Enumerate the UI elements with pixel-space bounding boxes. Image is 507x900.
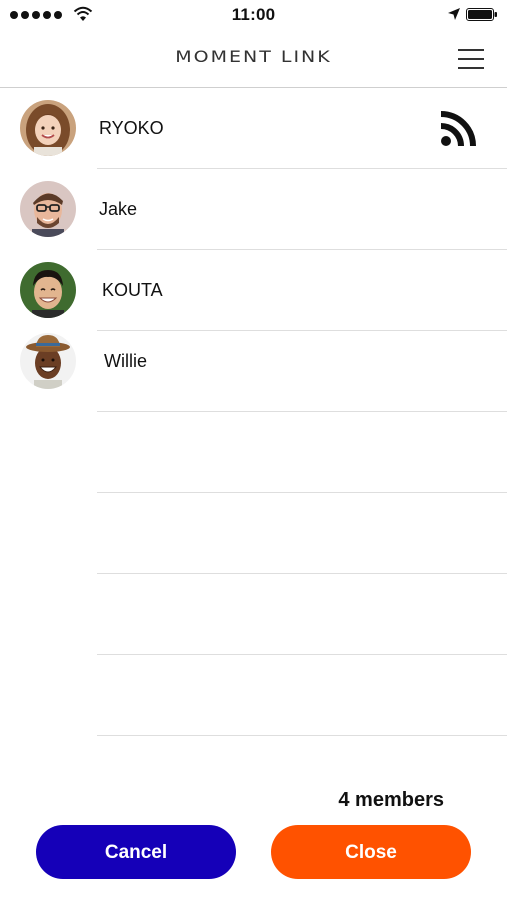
members-count: 4 members (338, 789, 444, 811)
empty-row (97, 574, 507, 655)
avatar-ryoko (20, 100, 76, 156)
member-row-jake[interactable]: Jake (20, 169, 507, 250)
cancel-button[interactable]: Cancel (36, 825, 236, 879)
member-row-willie[interactable]: Willie (20, 331, 507, 412)
app-header: MOMENT LINK (0, 30, 507, 88)
avatar-kouta (20, 262, 76, 318)
member-row-ryoko[interactable]: RYOKO (20, 88, 507, 169)
app-title: MOMENT LINK (175, 47, 332, 67)
member-row-kouta[interactable]: KOUTA (20, 250, 507, 331)
member-name: KOUTA (102, 280, 163, 300)
member-name: Jake (99, 199, 138, 219)
battery-icon (466, 8, 497, 21)
close-button[interactable]: Close (271, 825, 471, 879)
empty-row (97, 493, 507, 574)
member-name: RYOKO (99, 118, 164, 138)
location-arrow-icon (448, 8, 460, 20)
status-bar: 11:00 (0, 0, 507, 30)
member-name: Willie (104, 351, 147, 371)
hamburger-menu-icon[interactable] (456, 46, 486, 72)
empty-row (97, 412, 507, 493)
member-list: RYOKO Jake KOUTA Willie (0, 88, 507, 736)
rss-feed-icon (440, 111, 476, 147)
avatar-jake (20, 181, 76, 237)
empty-row (97, 655, 507, 736)
status-time: 11:00 (231, 5, 276, 24)
avatar-willie (20, 333, 76, 389)
